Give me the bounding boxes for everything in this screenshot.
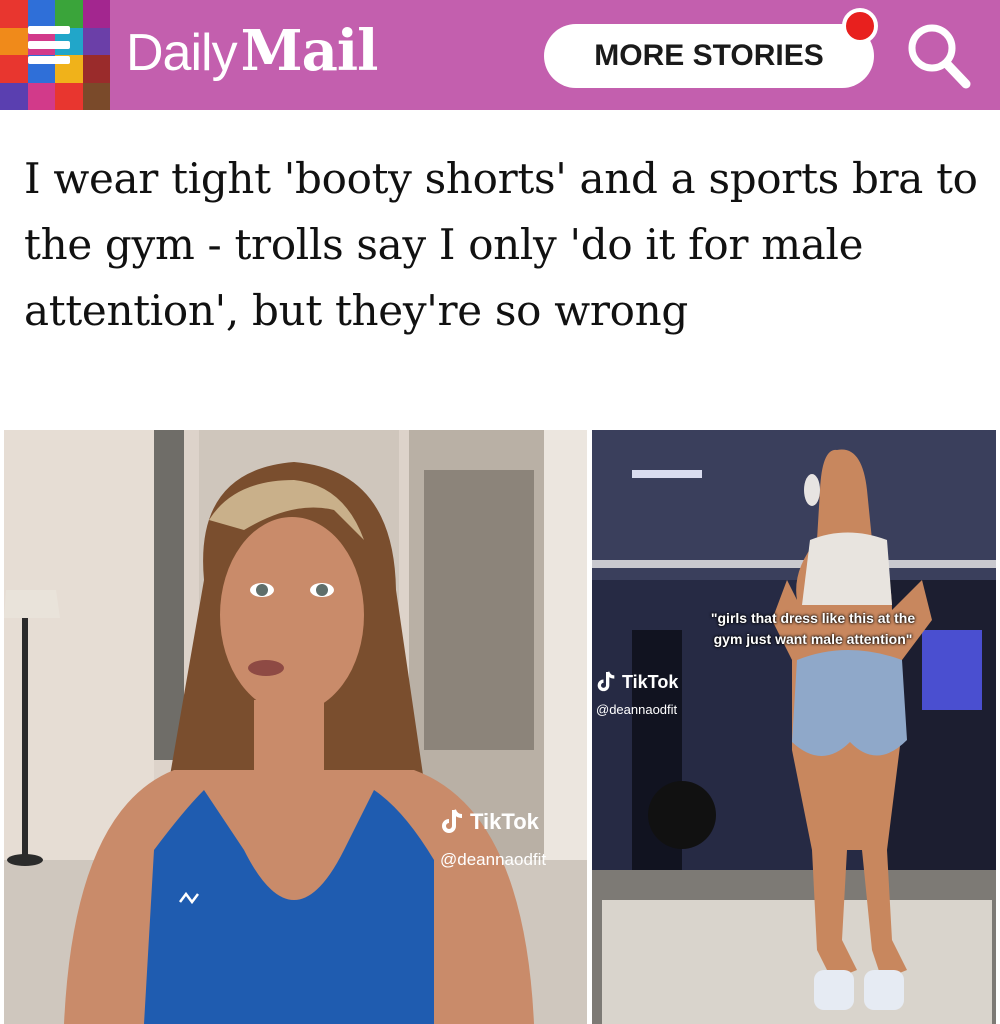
tiktok-brand-right: TikTok — [622, 671, 679, 692]
tiktok-watermark-left: TikTok — [440, 808, 539, 836]
gym-photo-illustration — [592, 430, 996, 1024]
tiktok-logo-icon — [597, 671, 615, 692]
logo-mail-text: Mail — [240, 18, 379, 84]
tiktok-caption: "girls that dress like this at the gym j… — [710, 610, 916, 647]
article-photo-left[interactable]: TikTok @deannaodfit — [4, 430, 587, 1024]
search-icon[interactable] — [904, 18, 974, 90]
notification-dot — [842, 8, 878, 44]
tiktok-handle-left: @deannaodfit — [440, 850, 547, 869]
site-logo[interactable]: Daily Mail — [126, 18, 379, 88]
tiktok-watermark-right: TikTok — [596, 670, 678, 694]
logo-daily-text: Daily — [126, 24, 238, 82]
article-photo-right[interactable]: TikTok @deannaodfit — [592, 430, 996, 1024]
more-stories-button[interactable]: MORE STORIES — [544, 24, 874, 88]
site-header: Daily Mail MORE STORIES — [0, 0, 1000, 110]
tiktok-brand-left: TikTok — [470, 809, 539, 834]
menu-icon[interactable] — [28, 26, 70, 80]
article-headline[interactable]: I wear tight 'booty shorts' and a sports… — [24, 146, 984, 344]
woman-selfie-illustration — [4, 430, 587, 1024]
tiktok-handle-right: @deannaodfit — [596, 702, 678, 717]
tiktok-logo-icon — [442, 809, 463, 833]
